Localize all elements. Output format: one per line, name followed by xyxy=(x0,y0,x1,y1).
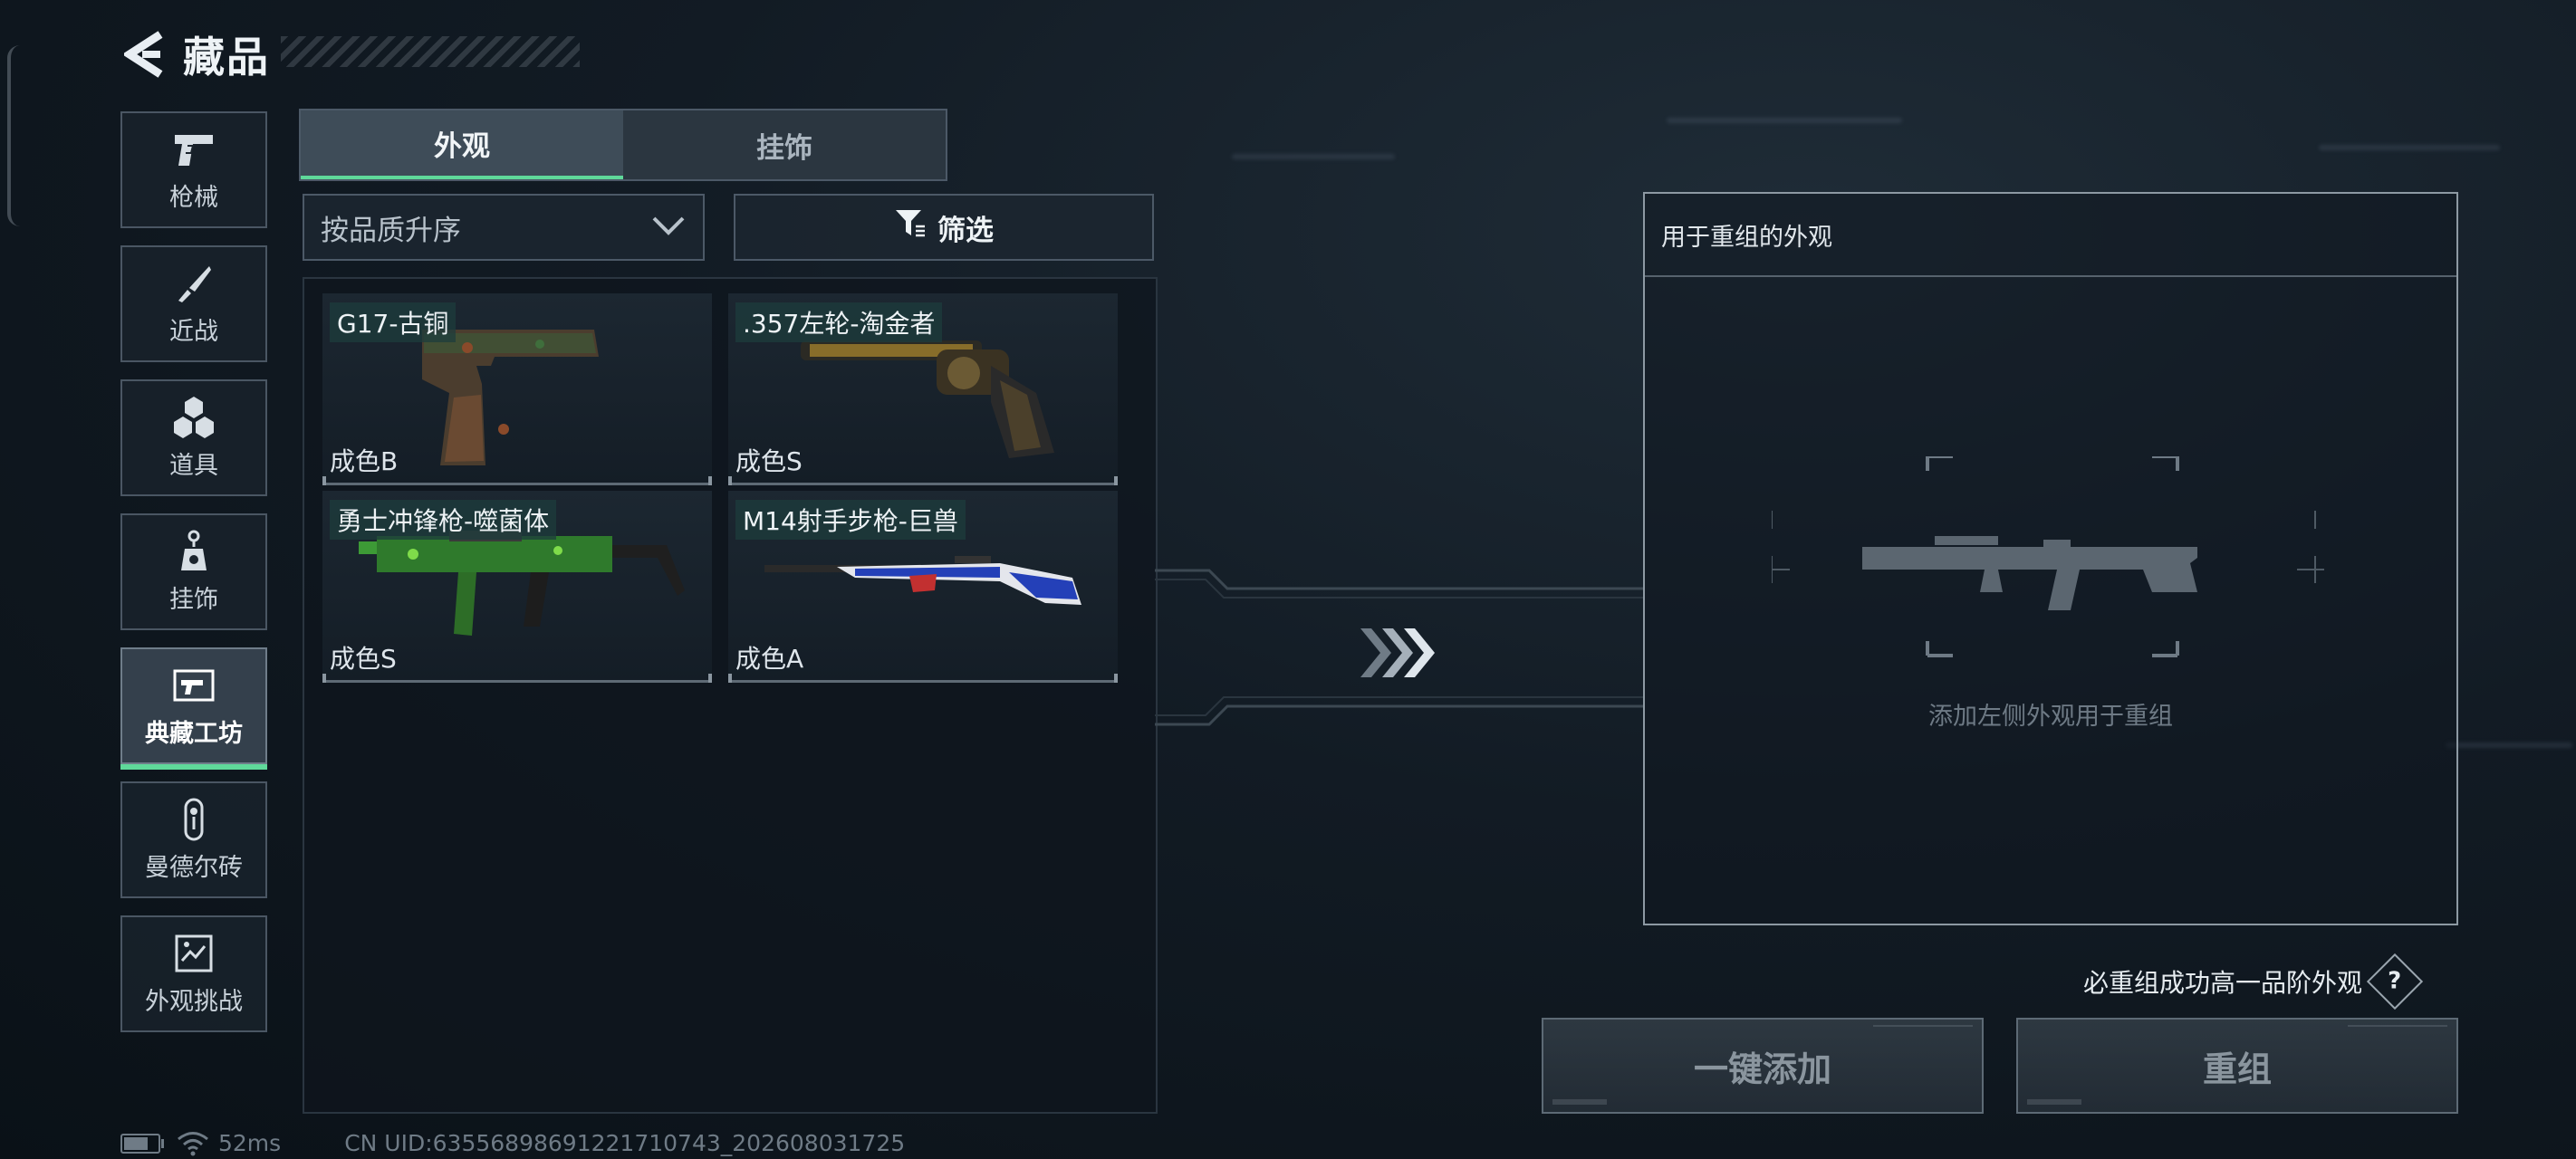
card-underline xyxy=(728,476,1118,485)
background-streak xyxy=(1667,118,1902,123)
filter-label: 筛选 xyxy=(937,214,994,247)
sidebar-item-label: 挂饰 xyxy=(169,586,218,614)
skin-card[interactable]: G17-古铜 成色B xyxy=(322,293,712,485)
category-sidebar: 枪械 近战 道具 挂饰 典藏工坊 曼德尔砖 外观挑战 xyxy=(120,111,267,1049)
charm-icon xyxy=(171,529,216,574)
skin-grade: 成色A xyxy=(735,644,804,674)
sidebar-item-charms[interactable]: 挂饰 xyxy=(120,513,267,630)
add-all-label: 一键添加 xyxy=(1693,1049,1831,1089)
header: 藏品 xyxy=(118,27,270,81)
recombine-panel-title: 用于重组的外观 xyxy=(1645,194,2456,277)
chevrons-right-icon xyxy=(1360,628,1435,677)
button-decoration xyxy=(1873,1025,1973,1045)
sidebar-item-melee[interactable]: 近战 xyxy=(120,245,267,362)
filter-button[interactable]: 筛选 xyxy=(734,194,1154,261)
wifi-icon xyxy=(178,1131,208,1155)
challenge-icon xyxy=(171,931,216,976)
user-uid: CN UID:63556898691221710743_202608031725 xyxy=(344,1130,906,1156)
knife-icon xyxy=(171,261,216,306)
add-all-button[interactable]: 一键添加 xyxy=(1542,1018,1984,1114)
skin-grade: 成色B xyxy=(330,446,399,476)
filter-icon xyxy=(894,208,927,246)
sidebar-item-label: 典藏工坊 xyxy=(145,720,243,748)
skin-grade: 成色S xyxy=(330,644,397,674)
battery-icon xyxy=(120,1133,164,1154)
skin-name: M14射手步枪-巨兽 xyxy=(735,500,966,540)
sidebar-item-workshop[interactable]: 典藏工坊 xyxy=(120,647,267,770)
sidebar-item-guns[interactable]: 枪械 xyxy=(120,111,267,228)
sidebar-item-mandel-brick[interactable]: 曼德尔砖 xyxy=(120,781,267,898)
tab-charms[interactable]: 挂饰 xyxy=(623,110,946,179)
recombine-label: 重组 xyxy=(2202,1049,2272,1089)
background-streak xyxy=(2446,742,2572,748)
background-streak xyxy=(2319,145,2500,150)
rifle-placeholder-icon[interactable] xyxy=(1772,456,2333,692)
button-decoration xyxy=(2027,1099,2081,1105)
workshop-icon xyxy=(171,663,216,708)
help-icon[interactable]: ? xyxy=(2366,953,2424,1011)
ping-value: 52ms xyxy=(218,1130,282,1156)
sidebar-item-label: 近战 xyxy=(169,318,218,346)
button-decoration xyxy=(1552,1099,1607,1105)
edge-rail xyxy=(7,45,20,226)
sort-dropdown[interactable]: 按品质升序 xyxy=(303,194,705,261)
skin-name: .357左轮-淘金者 xyxy=(735,302,943,342)
button-decoration xyxy=(2348,1025,2447,1045)
skin-grid-panel: G17-古铜 成色B .357左轮-淘金者 成色S 勇士冲锋枪-噬菌体 成色S xyxy=(303,277,1158,1114)
sort-value: 按品质升序 xyxy=(321,214,461,247)
mandel-brick-icon xyxy=(171,797,216,842)
sidebar-item-label: 枪械 xyxy=(169,184,218,212)
tab-skins[interactable]: 外观 xyxy=(301,110,623,179)
background-streak xyxy=(1232,154,1395,159)
tab-bar: 外观 挂饰 xyxy=(299,109,947,181)
card-underline xyxy=(322,476,712,485)
page-title: 藏品 xyxy=(183,33,270,81)
skin-grade: 成色S xyxy=(735,446,803,476)
card-underline xyxy=(322,674,712,683)
recombine-panel: 用于重组的外观 添加左侧外观用于重组 xyxy=(1643,192,2458,925)
sidebar-item-label: 曼德尔砖 xyxy=(145,854,243,882)
sidebar-item-skin-challenge[interactable]: 外观挑战 xyxy=(120,915,267,1032)
status-bar: 52ms CN UID:63556898691221710743_2026080… xyxy=(120,1130,905,1156)
recombine-hint: 添加左侧外观用于重组 xyxy=(1928,703,2173,731)
sidebar-item-label: 道具 xyxy=(169,452,218,480)
recombine-button[interactable]: 重组 xyxy=(2016,1018,2458,1114)
skin-name: 勇士冲锋枪-噬菌体 xyxy=(330,500,557,540)
guarantee-text: 必重组成功高一品阶外观 xyxy=(2083,968,2363,998)
sidebar-item-items[interactable]: 道具 xyxy=(120,379,267,496)
skin-card[interactable]: .357左轮-淘金者 成色S xyxy=(728,293,1118,485)
grenade-cluster-icon xyxy=(171,395,216,440)
pistol-icon xyxy=(171,127,216,172)
back-arrow-icon[interactable] xyxy=(118,27,172,81)
skin-card[interactable]: 勇士冲锋枪-噬菌体 成色S xyxy=(322,491,712,683)
chevron-down-icon xyxy=(650,211,687,244)
guarantee-note: 必重组成功高一品阶外观 ? xyxy=(2083,953,2424,1011)
sidebar-item-label: 外观挑战 xyxy=(145,988,243,1016)
skin-name: G17-古铜 xyxy=(330,302,457,342)
skin-card[interactable]: M14射手步枪-巨兽 成色A xyxy=(728,491,1118,683)
title-hatch-decoration xyxy=(281,36,580,67)
card-underline xyxy=(728,674,1118,683)
